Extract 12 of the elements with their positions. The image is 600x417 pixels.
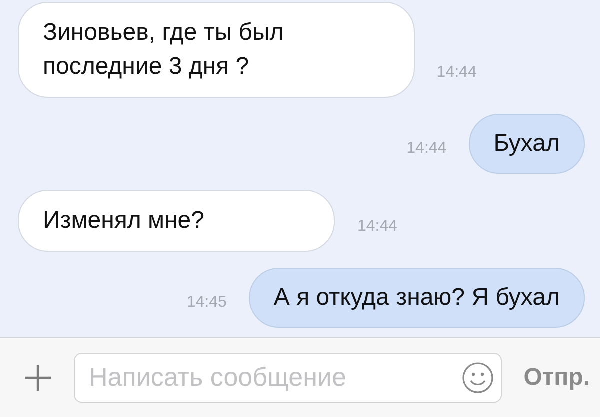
message-time: 14:44	[357, 218, 398, 237]
message-time: 14:44	[406, 140, 447, 159]
message-time: 14:45	[186, 294, 227, 313]
message-bubble: А я откуда знаю? Я бухал	[248, 268, 585, 328]
message-input-field[interactable]: Написать сообщение	[74, 352, 502, 402]
message-bubble: Изменял мне?	[18, 190, 336, 252]
message-time: 14:44	[436, 64, 477, 83]
plus-icon[interactable]	[24, 364, 52, 392]
smiley-icon[interactable]	[462, 362, 494, 394]
send-button[interactable]: Отпр.	[524, 364, 590, 392]
message-bubble: Бухал	[468, 114, 585, 174]
message-bubble: Зиновьев, где ты был последние 3 дня ?	[18, 2, 415, 98]
